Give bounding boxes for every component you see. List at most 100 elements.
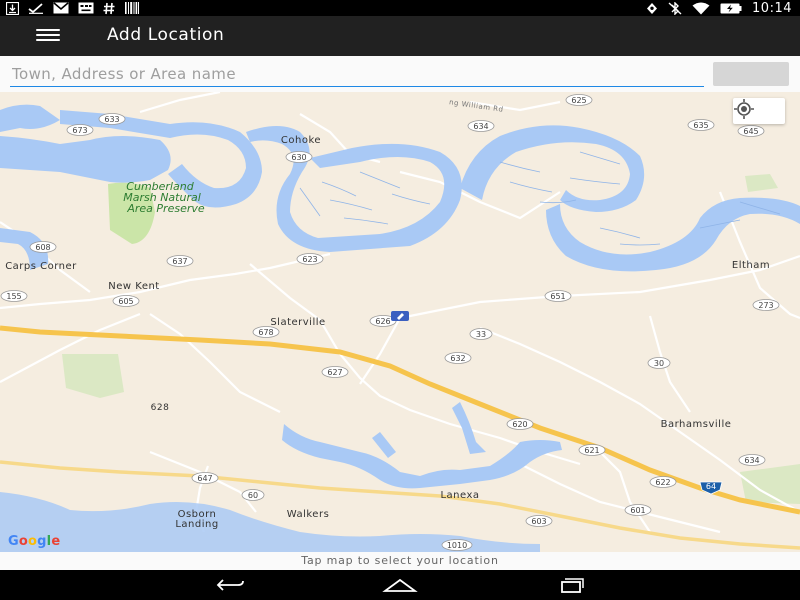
route-shield: 630 <box>285 151 313 163</box>
route-shield: 678 <box>252 326 280 338</box>
route-shield: 605 <box>112 295 140 307</box>
svg-text:603: 603 <box>531 517 546 526</box>
battery-icon <box>720 3 742 14</box>
road-label: 628 <box>151 403 170 413</box>
route-shield: 33 <box>469 328 493 340</box>
status-bar: 10:14 <box>0 0 800 16</box>
place-label: Walkers <box>287 509 330 520</box>
route-shield: 635 <box>687 119 715 131</box>
park-label: Area Preserve <box>126 202 205 215</box>
recents-button[interactable] <box>536 570 606 600</box>
svg-text:625: 625 <box>571 96 586 105</box>
bluetooth-off-icon <box>668 1 682 15</box>
home-button[interactable] <box>365 570 435 600</box>
svg-text:1010: 1010 <box>447 541 467 550</box>
location-pin-icon <box>646 2 658 15</box>
map-canvas[interactable]: 625 633 673 634 635 645 630 608 637 623 … <box>0 92 800 552</box>
svg-text:645: 645 <box>743 127 758 136</box>
svg-text:678: 678 <box>258 328 273 337</box>
svg-text:633: 633 <box>104 115 119 124</box>
place-label: Landing <box>175 519 218 530</box>
route-shield: 1010 <box>441 539 473 551</box>
svg-text:608: 608 <box>35 243 50 252</box>
route-shield: 608 <box>29 241 57 253</box>
system-icons: 10:14 <box>636 0 792 16</box>
barcode-icon <box>124 2 140 14</box>
svg-text:620: 620 <box>512 420 527 429</box>
wifi-icon <box>692 2 710 15</box>
app-bar: Add Location <box>0 16 800 56</box>
svg-text:673: 673 <box>72 126 87 135</box>
svg-text:634: 634 <box>473 122 488 131</box>
back-button[interactable] <box>196 570 266 600</box>
svg-text:634: 634 <box>744 456 759 465</box>
map[interactable]: 625 633 673 634 635 645 630 608 637 623 … <box>0 92 800 552</box>
map-marker-icon <box>391 311 409 321</box>
google-logo: Google <box>8 534 61 549</box>
place-label: Lanexa <box>440 490 479 501</box>
place-label: New Kent <box>108 281 159 292</box>
recents-icon <box>561 578 584 593</box>
page-title: Add Location <box>107 25 225 45</box>
svg-text:632: 632 <box>450 354 465 363</box>
svg-text:637: 637 <box>172 257 187 266</box>
svg-text:622: 622 <box>655 478 670 487</box>
route-shield: 155 <box>0 290 28 302</box>
home-icon <box>382 578 418 592</box>
svg-text:64: 64 <box>706 482 716 491</box>
route-shield: 625 <box>565 94 593 106</box>
place-label: Cohoke <box>281 135 321 146</box>
menu-icon[interactable] <box>36 29 60 43</box>
route-shield: 651 <box>544 290 572 302</box>
download-icon <box>6 1 19 15</box>
hint-bar: Tap map to select your location <box>0 552 800 570</box>
search-row <box>0 56 800 92</box>
svg-text:60: 60 <box>248 491 258 500</box>
route-shield: 60 <box>241 489 265 501</box>
svg-text:627: 627 <box>327 368 342 377</box>
svg-text:273: 273 <box>758 301 773 310</box>
route-shield: 273 <box>752 299 780 311</box>
place-label: Carps Corner <box>5 261 77 272</box>
svg-text:605: 605 <box>118 297 133 306</box>
route-shield: 633 <box>98 113 126 125</box>
svg-text:647: 647 <box>197 474 212 483</box>
place-label: Barhamsville <box>661 419 732 430</box>
checkmark-icon <box>28 2 44 14</box>
gmail-icon <box>53 2 69 14</box>
route-shield: 601 <box>624 504 652 516</box>
back-icon <box>216 579 244 591</box>
search-input[interactable] <box>10 61 704 87</box>
my-location-button[interactable] <box>733 98 785 124</box>
svg-text:651: 651 <box>550 292 565 301</box>
route-shield: 645 <box>737 125 765 137</box>
svg-text:635: 635 <box>693 121 708 130</box>
route-shield: 623 <box>296 253 324 265</box>
search-button[interactable] <box>713 62 789 86</box>
svg-text:623: 623 <box>302 255 317 264</box>
map-hint: Tap map to select your location <box>301 554 499 567</box>
svg-text:155: 155 <box>6 292 21 301</box>
svg-text:621: 621 <box>584 446 599 455</box>
my-location-icon <box>734 99 754 119</box>
place-label: Eltham <box>732 260 770 271</box>
route-shield: 621 <box>578 444 606 456</box>
route-shield: 603 <box>525 515 553 527</box>
svg-text:601: 601 <box>630 506 645 515</box>
route-shield: 634 <box>738 454 766 466</box>
route-shield: 30 <box>647 357 671 369</box>
notification-icons <box>6 1 149 15</box>
hash-icon <box>103 2 115 15</box>
route-shield: 647 <box>191 472 219 484</box>
route-shield: 627 <box>321 366 349 378</box>
navigation-bar <box>0 570 800 600</box>
svg-text:33: 33 <box>476 330 486 339</box>
svg-text:30: 30 <box>654 359 664 368</box>
clock: 10:14 <box>752 0 792 16</box>
route-shield: 620 <box>506 418 534 430</box>
svg-text:630: 630 <box>291 153 306 162</box>
route-shield: 632 <box>444 352 472 364</box>
route-shield: 673 <box>66 124 94 136</box>
keyboard-icon <box>78 2 94 14</box>
route-shield: 634 <box>467 120 495 132</box>
